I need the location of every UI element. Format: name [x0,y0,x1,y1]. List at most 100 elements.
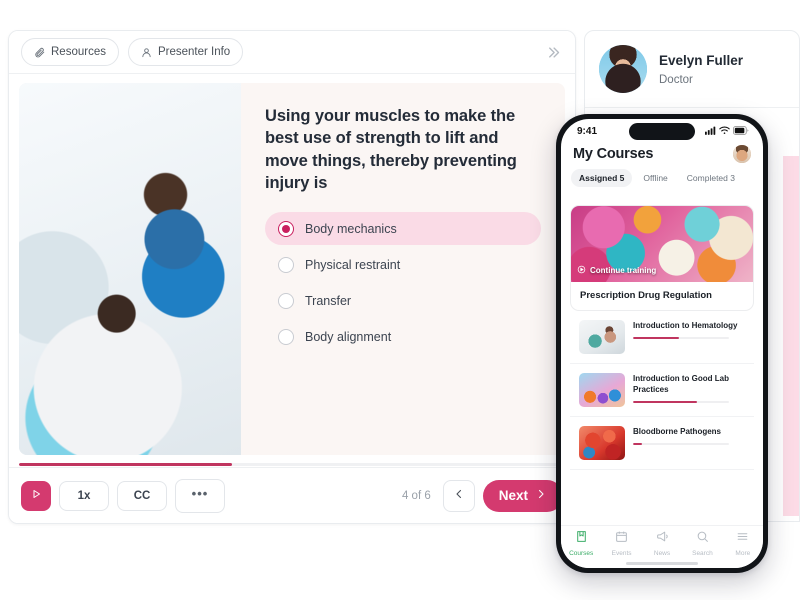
nav-search-label: Search [692,550,713,557]
course-progress-bar [633,400,730,404]
radio-icon [278,328,294,345]
tab-completed[interactable]: Completed 3 [679,169,743,187]
person-icon [141,47,152,58]
course-info: Bloodborne Pathogens [633,426,745,446]
tab-offline[interactable]: Offline [635,169,675,187]
avatar-portrait [599,45,647,93]
course-thumbnail [579,373,625,407]
continue-training-label: Continue training [590,266,657,275]
radio-icon [278,292,294,309]
quiz-option-body-alignment[interactable]: Body alignment [265,320,541,353]
quiz-option-label: Body alignment [305,329,392,344]
quiz-option-label: Transfer [305,293,352,308]
status-time: 9:41 [577,125,598,137]
captions-button[interactable]: CC [117,480,167,511]
screenshot-root: Resources Presenter Info Using your musc… [0,0,800,600]
home-indicator [626,562,698,565]
next-button-label: Next [498,488,528,503]
quiz-option-label: Physical restraint [305,257,401,272]
chevron-double-right-icon[interactable] [541,40,565,64]
quiz-body: Using your muscles to make the best use … [241,83,565,455]
course-progress-fill [633,400,697,404]
course-feed[interactable]: Continue training Prescription Drug Regu… [561,205,763,530]
course-info: Introduction to Hematology [633,320,745,340]
nav-courses[interactable]: Courses [561,530,601,557]
slide-counter: 4 of 6 [401,489,431,502]
course-progress-fill [19,463,232,466]
dynamic-island [629,123,695,140]
tab-assigned[interactable]: Assigned 5 [571,169,633,187]
course-progress-fill [633,336,680,340]
page-title: My Courses [573,146,654,162]
phone-status-bar: 9:41 [561,119,763,141]
megaphone-icon [656,530,669,548]
book-icon [575,530,588,548]
divider [585,107,799,108]
nav-more-label: More [735,550,751,557]
player-toolbar-bottom: 1x CC ••• 4 of 6 Next [9,467,575,523]
play-icon [30,487,42,505]
course-thumbnail [579,320,625,354]
user-profile-text: Evelyn Fuller Doctor [659,52,743,87]
slide-photo [19,83,241,455]
battery-icon [733,122,749,140]
nav-news[interactable]: News [642,530,682,557]
quiz-option-physical-restraint[interactable]: Physical restraint [265,248,541,281]
status-icons [705,122,749,140]
quiz-option-transfer[interactable]: Transfer [265,284,541,317]
player-toolbar-top: Resources Presenter Info [9,31,575,74]
quiz-question: Using your muscles to make the best use … [265,107,517,192]
paperclip-icon [34,47,45,58]
user-name: Evelyn Fuller [659,52,744,68]
course-progress-bar [633,442,730,446]
quiz-option-body-mechanics[interactable]: Body mechanics [265,212,541,246]
account-avatar-portrait [733,145,751,163]
user-profile[interactable]: Evelyn Fuller Doctor [585,31,799,107]
radio-icon [278,220,294,237]
playback-speed-button[interactable]: 1x [59,480,109,511]
course-title: Introduction to Good Lab Practices [633,374,729,394]
list-item[interactable]: Introduction to Hematology [570,311,754,364]
next-slide-button[interactable]: Next [482,479,563,512]
bloodborne-photo-illustration [579,426,625,460]
user-role: Doctor [659,74,693,87]
quiz-option-label: Body mechanics [305,221,397,236]
course-title: Introduction to Hematology [633,321,738,330]
nav-courses-label: Courses [569,550,594,557]
chevron-right-icon [535,488,547,503]
clinic-photo-illustration [19,83,241,455]
signal-bars-icon [705,122,716,140]
phone-header: My Courses [561,141,763,165]
course-title: Bloodborne Pathogens [633,427,721,436]
course-progress-bar[interactable] [19,463,565,466]
featured-course-image: Continue training [571,206,753,282]
wifi-icon [719,122,730,140]
quiz-options: Body mechanics Physical restraint Transf… [265,212,541,353]
slide-area: Using your muscles to make the best use … [19,83,565,455]
course-player-card: Resources Presenter Info Using your musc… [8,30,576,524]
featured-course-card[interactable]: Continue training Prescription Drug Regu… [570,205,754,311]
avatar [599,45,647,93]
nav-search[interactable]: Search [682,530,722,557]
continue-training-badge[interactable]: Continue training [577,265,656,276]
course-info: Introduction to Good Lab Practices [633,373,745,404]
presenter-info-chip-label: Presenter Info [157,46,231,58]
previous-slide-button[interactable] [442,479,475,512]
play-button[interactable] [21,480,51,511]
nav-news-label: News [653,550,671,557]
nav-events[interactable]: Events [601,530,641,557]
nav-more[interactable]: More [723,530,763,557]
course-filter-tabs: Assigned 5 Offline Completed 3 [561,165,763,193]
play-circle-icon [577,265,586,276]
list-item[interactable]: Bloodborne Pathogens [570,417,754,470]
more-options-button[interactable]: ••• [175,478,225,513]
presenter-info-chip[interactable]: Presenter Info [127,38,244,66]
account-avatar[interactable] [733,145,751,163]
course-progress-fill [633,442,642,446]
menu-icon [736,530,749,548]
resources-chip[interactable]: Resources [21,38,119,66]
chevron-left-icon [453,488,465,503]
phone-screen: 9:41 My Courses Assigned 5 Offline Compl… [561,119,763,568]
radio-icon [278,256,294,273]
list-item[interactable]: Introduction to Good Lab Practices [570,364,754,417]
